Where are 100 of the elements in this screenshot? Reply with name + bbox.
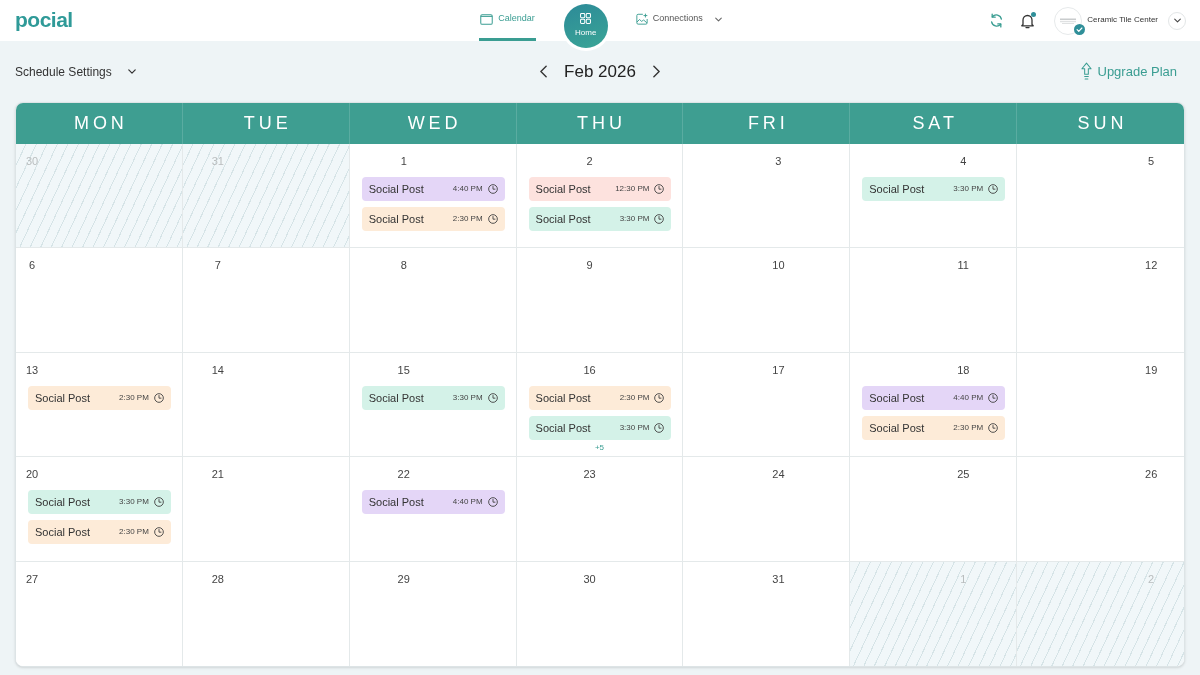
day-cell[interactable]: 18 Social Post 4:40 PM Social Post 2:30 PM bbox=[850, 352, 1018, 458]
day-cell[interactable]: 29 bbox=[349, 561, 517, 666]
post-title: Social Post bbox=[535, 420, 592, 436]
day-cell[interactable]: 3 bbox=[683, 144, 851, 249]
day-cell[interactable]: 23 bbox=[516, 457, 684, 562]
day-number: 13 bbox=[24, 362, 40, 378]
previous-month-button[interactable] bbox=[537, 64, 550, 79]
post-time: 3:30 PM bbox=[119, 496, 149, 509]
image-plus-icon bbox=[635, 13, 648, 25]
day-cell[interactable]: 13 Social Post 2:30 PM bbox=[16, 352, 183, 458]
notifications-button[interactable] bbox=[1020, 12, 1036, 29]
post-time: 12:30 PM bbox=[615, 183, 650, 195]
day-cell[interactable]: 22 Social Post 4:40 PM bbox=[349, 457, 517, 562]
post-chip[interactable]: Social Post 12:30 PM bbox=[528, 177, 672, 201]
day-cell[interactable]: 19 bbox=[1017, 352, 1184, 458]
clock-icon bbox=[654, 214, 665, 224]
post-chip[interactable]: Social Post 4:40 PM bbox=[361, 490, 505, 515]
weekday-label: MON bbox=[72, 112, 128, 135]
weekday-label: SUN bbox=[1076, 112, 1128, 135]
post-chip[interactable]: Social Post 3:30 PM bbox=[862, 177, 1006, 201]
day-cell[interactable]: 24 bbox=[683, 457, 851, 562]
day-cell[interactable]: 25 bbox=[850, 457, 1018, 562]
post-time: 4:40 PM bbox=[452, 183, 483, 195]
day-number: 10 bbox=[771, 258, 786, 274]
weekday-label: THU bbox=[576, 112, 626, 135]
day-cell[interactable]: 4 Social Post 3:30 PM bbox=[850, 144, 1018, 249]
day-number: 6 bbox=[27, 258, 37, 274]
post-time: 2:30 PM bbox=[119, 391, 149, 404]
day-number: 19 bbox=[1144, 362, 1159, 378]
day-number: 11 bbox=[956, 258, 970, 274]
day-cell[interactable]: 1 Social Post 4:40 PM Social Post 2:30 PM bbox=[349, 144, 517, 249]
day-cell[interactable]: 12 bbox=[1017, 248, 1184, 353]
post-chip[interactable]: Social Post 2:30 PM bbox=[862, 415, 1006, 440]
post-chip[interactable]: Social Post 3:30 PM bbox=[528, 415, 672, 440]
day-cell[interactable]: 26 bbox=[1017, 457, 1184, 562]
post-title: Social Post bbox=[535, 390, 592, 406]
post-chip[interactable]: Social Post 2:30 PM bbox=[528, 385, 672, 410]
day-number: 9 bbox=[585, 258, 594, 274]
day-number: 18 bbox=[956, 362, 971, 378]
upgrade-arrow-icon bbox=[1080, 62, 1092, 81]
post-title: Social Post bbox=[35, 524, 92, 540]
post-title: Social Post bbox=[535, 211, 592, 227]
day-cell[interactable]: 6 bbox=[16, 248, 183, 353]
post-chip[interactable]: Social Post 3:30 PM bbox=[361, 385, 505, 410]
post-chip[interactable]: Social Post 3:30 PM bbox=[28, 490, 171, 515]
day-cell[interactable]: 21 bbox=[182, 457, 350, 562]
day-cell[interactable]: 20 Social Post 3:30 PM Social Post 2:30 PM bbox=[16, 457, 183, 562]
day-number: 24 bbox=[771, 467, 786, 483]
day-number: 5 bbox=[1147, 154, 1156, 169]
clock-icon bbox=[487, 392, 498, 403]
calendar-icon bbox=[480, 13, 494, 25]
chevron-left-icon bbox=[539, 65, 547, 78]
avatar-icon bbox=[1054, 6, 1083, 35]
day-number: 31 bbox=[771, 571, 786, 587]
day-cell[interactable]: 30 bbox=[516, 561, 684, 666]
day-number: 14 bbox=[210, 362, 225, 378]
post-time: 2:30 PM bbox=[119, 526, 149, 539]
day-cell[interactable]: 27 bbox=[16, 561, 183, 666]
day-number: 15 bbox=[396, 362, 411, 378]
day-number: 7 bbox=[213, 258, 222, 274]
post-chip[interactable]: Social Post 3:30 PM bbox=[528, 207, 672, 231]
day-cell[interactable]: 10 bbox=[683, 248, 851, 353]
day-cell[interactable]: 17 bbox=[683, 352, 851, 458]
clock-icon bbox=[988, 392, 999, 403]
post-chip[interactable]: Social Post 2:30 PM bbox=[361, 207, 505, 231]
refresh-icon bbox=[989, 13, 1005, 28]
post-chip[interactable]: Social Post 2:30 PM bbox=[28, 520, 171, 545]
post-chip[interactable]: Social Post 4:40 PM bbox=[862, 385, 1006, 410]
day-cell[interactable]: 8 bbox=[349, 248, 517, 353]
day-cell[interactable]: 9 bbox=[516, 248, 684, 353]
day-cell[interactable]: 7 bbox=[182, 248, 350, 353]
caret-icon bbox=[127, 69, 136, 74]
post-chip[interactable]: Social Post 2:30 PM bbox=[28, 385, 171, 410]
day-cell[interactable]: 11 bbox=[850, 248, 1018, 353]
day-number: 29 bbox=[396, 571, 411, 587]
more-posts-link[interactable]: +5 bbox=[594, 442, 605, 453]
day-cell[interactable]: 5 bbox=[1017, 144, 1184, 249]
next-month-button[interactable] bbox=[650, 64, 663, 79]
clock-icon bbox=[487, 497, 498, 508]
post-time: 3:30 PM bbox=[953, 183, 984, 195]
refresh-button[interactable] bbox=[989, 13, 1005, 28]
post-chip[interactable]: Social Post 4:40 PM bbox=[361, 177, 505, 201]
day-cell[interactable]: 28 bbox=[182, 561, 350, 666]
clock-icon bbox=[988, 422, 999, 433]
clock-icon bbox=[654, 184, 665, 194]
day-cell[interactable]: 31 bbox=[683, 561, 851, 666]
clock-icon bbox=[487, 214, 498, 224]
connections-dropdown[interactable]: Connections bbox=[635, 0, 722, 41]
schedule-settings-dropdown[interactable]: Schedule Settings bbox=[15, 62, 136, 81]
day-number: 22 bbox=[396, 467, 411, 483]
account-name: Ceramic Tile Center bbox=[1087, 13, 1158, 26]
day-cell[interactable]: 15 Social Post 3:30 PM bbox=[349, 352, 517, 458]
day-number: 25 bbox=[956, 467, 971, 483]
clock-icon bbox=[153, 497, 164, 508]
day-cell[interactable]: 16 Social Post 2:30 PM Social Post 3:30 PM +5 bbox=[516, 352, 684, 458]
post-title: Social Post bbox=[368, 181, 425, 197]
clock-icon bbox=[654, 392, 665, 403]
day-number: 1 bbox=[399, 154, 408, 169]
day-cell[interactable]: 14 bbox=[182, 352, 350, 458]
day-cell[interactable]: 2 Social Post 12:30 PM Social Post 3:30 PM bbox=[516, 144, 684, 249]
